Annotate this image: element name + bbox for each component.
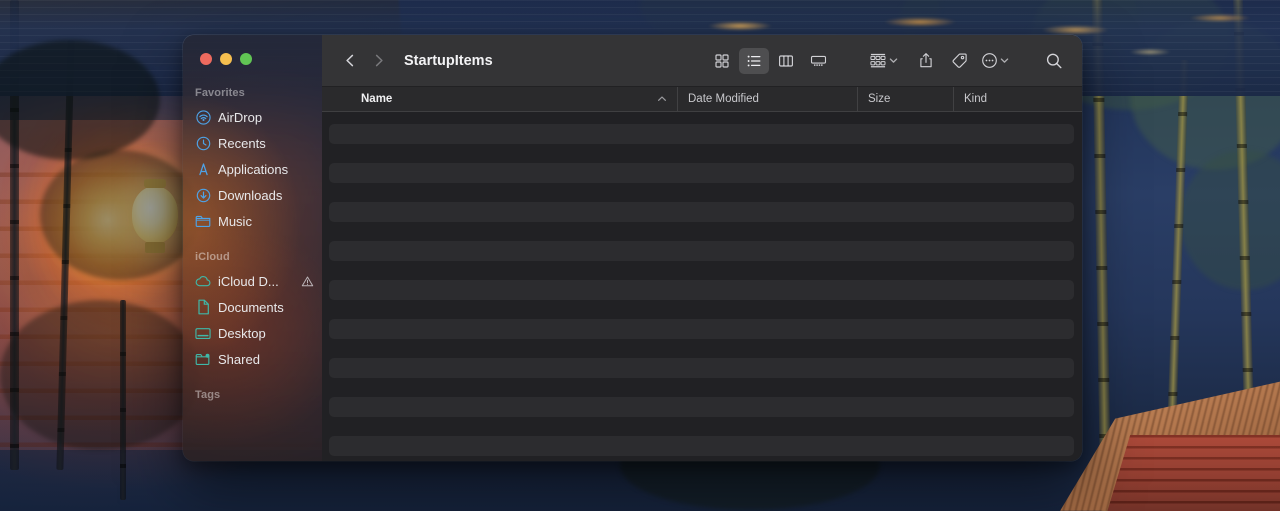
sidebar-item-documents[interactable]: Documents (183, 294, 322, 320)
sidebar-item-desktop[interactable]: Desktop (183, 320, 322, 346)
sidebar-item-label: Recents (218, 135, 266, 151)
folder-icon (195, 213, 211, 229)
ellipsis-circle-icon (981, 52, 998, 69)
finder-window[interactable]: Favorites AirDrop Recents Applications D… (183, 35, 1082, 461)
tag-button[interactable] (944, 48, 974, 74)
icon-view-button[interactable] (707, 48, 737, 74)
sidebar-item-music[interactable]: Music (183, 208, 322, 234)
group-icon (869, 52, 887, 69)
zoom-button[interactable] (240, 53, 252, 65)
sidebar-item-recents[interactable]: Recents (183, 130, 322, 156)
column-header-size[interactable]: Size (858, 87, 954, 111)
share-button[interactable] (911, 48, 941, 74)
table-row[interactable] (329, 280, 1074, 300)
desktop-icon (195, 325, 211, 341)
column-view-button[interactable] (771, 48, 801, 74)
toolbar-actions (869, 48, 1069, 74)
sidebar-section-favorites: Favorites (195, 87, 245, 99)
sidebar-item-airdrop[interactable]: AirDrop (183, 104, 322, 130)
airdrop-icon (195, 109, 211, 125)
chevron-down-icon (888, 55, 899, 66)
window-title: StartupItems (404, 52, 493, 69)
sidebar-item-downloads[interactable]: Downloads (183, 182, 322, 208)
sidebar-section-tags: Tags (195, 389, 221, 401)
view-mode-group (707, 47, 833, 74)
sidebar-item-label: Desktop (218, 325, 266, 341)
back-button[interactable] (336, 47, 364, 75)
gallery-view-button[interactable] (803, 48, 833, 74)
cloud-icon (195, 273, 211, 289)
applications-icon (195, 161, 211, 177)
group-by-button[interactable] (869, 52, 899, 69)
sidebar: Favorites AirDrop Recents Applications D… (183, 35, 322, 461)
file-list[interactable] (322, 112, 1082, 461)
column-header-label: Date Modified (688, 93, 759, 105)
more-options-button[interactable] (981, 52, 1010, 69)
table-row[interactable] (329, 124, 1074, 144)
column-header-name[interactable]: Name (322, 87, 678, 111)
foliage-silhouette (0, 300, 200, 450)
table-row[interactable] (329, 319, 1074, 339)
table-row[interactable] (329, 202, 1074, 222)
sidebar-item-label: Music (218, 213, 252, 229)
column-header-row: Name Date Modified Size Kind (322, 87, 1082, 112)
sidebar-item-label: Shared (218, 351, 260, 367)
table-row[interactable] (329, 397, 1074, 417)
sidebar-item-applications[interactable]: Applications (183, 156, 322, 182)
table-row[interactable] (329, 163, 1074, 183)
download-icon (195, 187, 211, 203)
table-row[interactable] (329, 436, 1074, 456)
sidebar-item-shared[interactable]: Shared (183, 346, 322, 372)
sidebar-item-label: Applications (218, 161, 289, 177)
traffic-lights (200, 53, 252, 65)
document-icon (195, 299, 211, 315)
minimize-button[interactable] (220, 53, 232, 65)
sidebar-item-label: Documents (218, 299, 284, 315)
sidebar-item-label: AirDrop (218, 109, 263, 125)
foliage-silhouette (40, 150, 200, 280)
toolbar: StartupItems (322, 35, 1082, 87)
sidebar-item-icloud-drive[interactable]: iCloud D... (183, 268, 322, 294)
desktop: Favorites AirDrop Recents Applications D… (0, 0, 1280, 511)
forward-button[interactable] (364, 47, 392, 75)
shared-folder-icon (195, 351, 211, 367)
sidebar-item-label: iCloud D... (218, 273, 279, 289)
clock-icon (195, 135, 211, 151)
column-header-kind[interactable]: Kind (954, 87, 1082, 111)
sidebar-item-label: Downloads (218, 187, 283, 203)
column-header-label: Size (868, 93, 891, 105)
chevron-down-icon (999, 55, 1010, 66)
column-header-label: Kind (964, 93, 988, 105)
sidebar-section-icloud: iCloud (195, 251, 230, 263)
close-button[interactable] (200, 53, 212, 65)
list-view-button[interactable] (739, 47, 769, 74)
column-header-date-modified[interactable]: Date Modified (678, 87, 858, 111)
table-row[interactable] (329, 241, 1074, 261)
search-button[interactable] (1039, 48, 1069, 74)
sort-ascending-icon (657, 94, 667, 104)
column-header-label: Name (361, 93, 393, 105)
table-row[interactable] (329, 358, 1074, 378)
main-pane: StartupItems Name Date Modified Size Kin… (322, 35, 1082, 461)
warning-triangle-icon (301, 275, 314, 288)
